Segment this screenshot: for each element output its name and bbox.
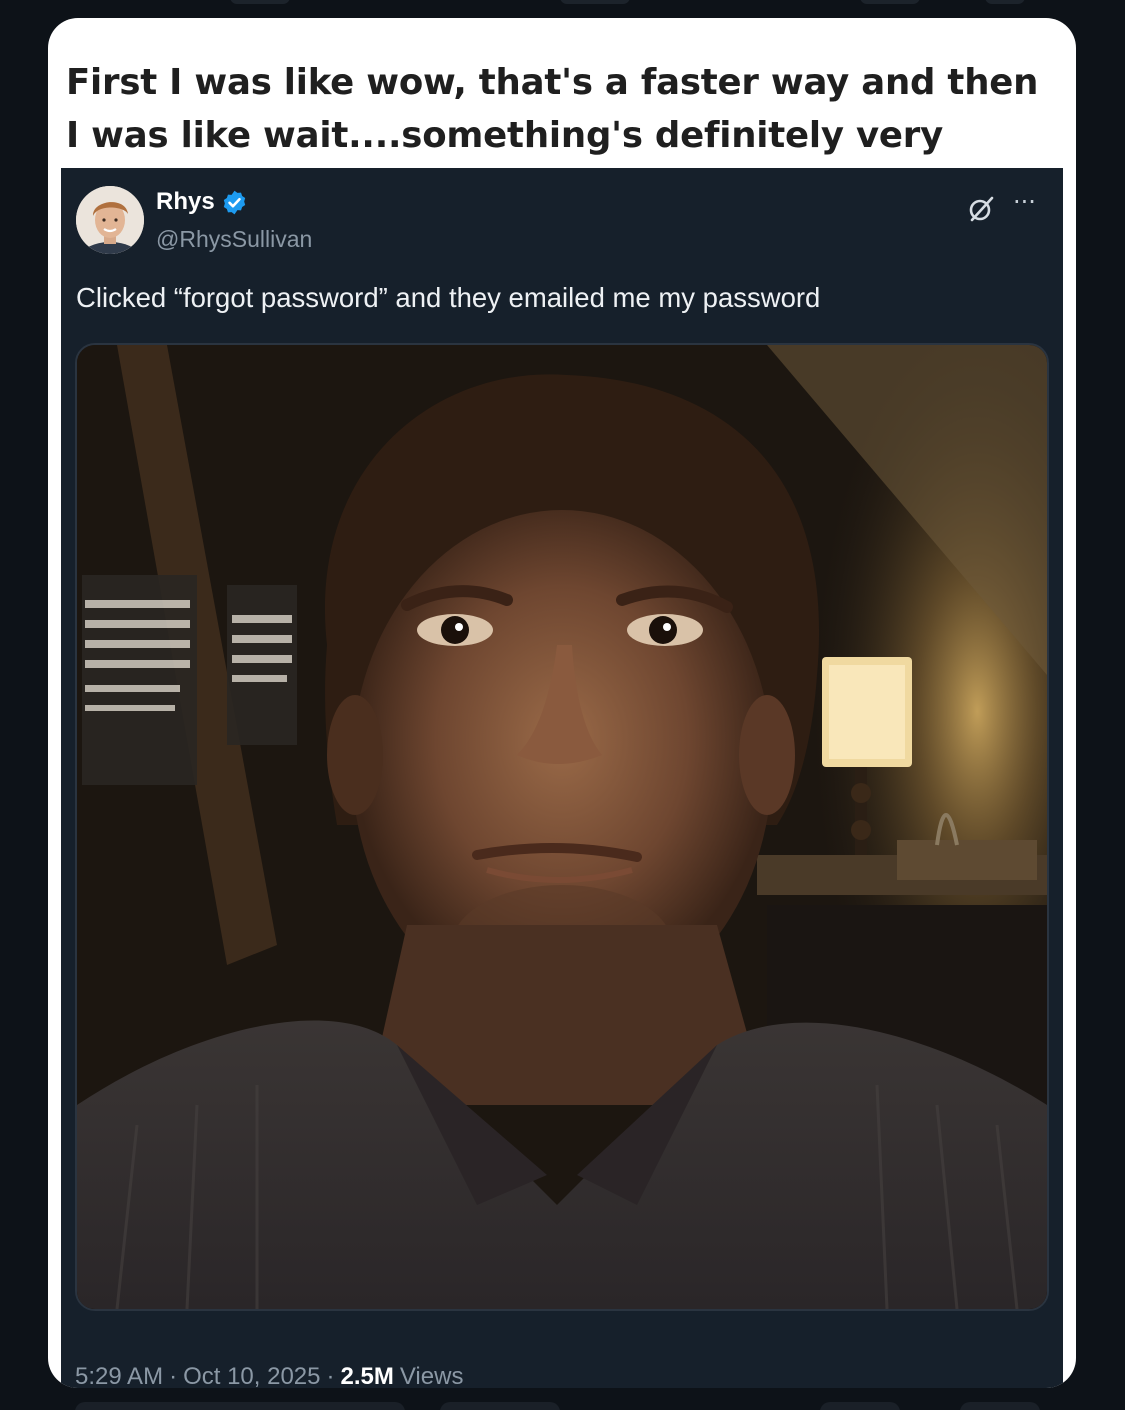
tweet-time[interactable]: 5:29 AM: [75, 1363, 163, 1388]
verified-badge-icon: [223, 190, 245, 214]
grok-icon[interactable]: [966, 194, 996, 224]
user-handle[interactable]: @RhysSullivan: [156, 226, 312, 253]
views-label: Views: [399, 1363, 464, 1388]
views-count: 2.5M: [340, 1363, 394, 1388]
adjacent-ui-bottom: [0, 1398, 1125, 1410]
meta-separator: ·: [169, 1363, 178, 1388]
page: First I was like wow, that's a faster wa…: [0, 0, 1125, 1410]
tweet-photo[interactable]: [75, 343, 1049, 1311]
avatar[interactable]: [76, 186, 144, 254]
user-display-name-row[interactable]: Rhys: [156, 188, 248, 216]
meta-separator: ·: [326, 1363, 335, 1388]
avatar-image: [76, 186, 144, 254]
more-options-icon[interactable]: ···: [1013, 188, 1036, 216]
meme-card: First I was like wow, that's a faster wa…: [48, 18, 1076, 1388]
tweet-meta: 5:29 AM · Oct 10, 2025 · 2.5M Views: [75, 1363, 463, 1388]
display-name[interactable]: Rhys: [156, 188, 215, 216]
photo-dark-portrait: [77, 345, 1047, 1309]
tweet-date[interactable]: Oct 10, 2025: [183, 1363, 320, 1388]
tweet-text: Clicked “forgot password” and they email…: [76, 282, 821, 313]
embedded-tweet[interactable]: Rhys @RhysSullivan ··· Clicked “forgot p…: [61, 168, 1063, 1388]
adjacent-ui-top: [0, 0, 1125, 16]
